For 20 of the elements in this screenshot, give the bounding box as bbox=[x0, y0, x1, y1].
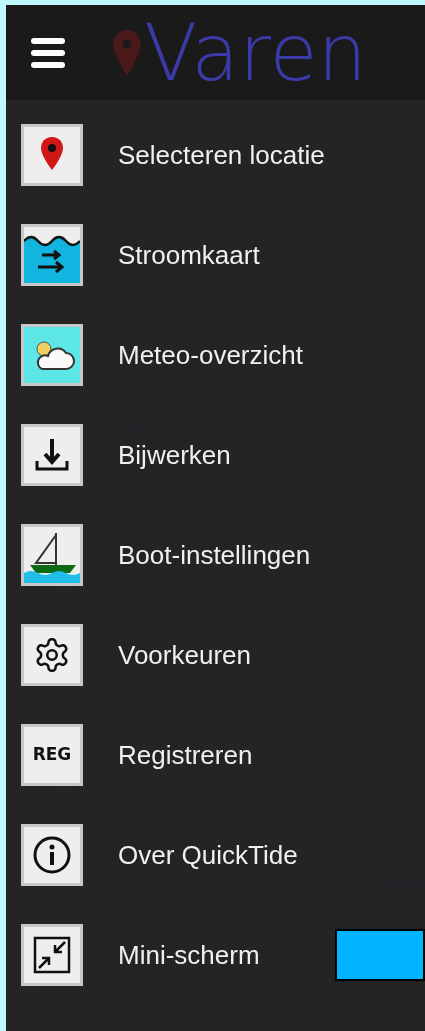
menu-item[interactable]: Over QuickTide bbox=[21, 824, 298, 886]
map-pin-icon bbox=[110, 27, 144, 78]
sun-cloud-icon bbox=[21, 324, 83, 386]
page-title: Varen bbox=[144, 13, 367, 92]
map-pin-icon bbox=[21, 124, 83, 186]
info-icon bbox=[21, 824, 83, 886]
menu-item[interactable]: Mini-scherm bbox=[21, 924, 260, 986]
menu-item[interactable]: Meteo-overzicht bbox=[21, 324, 303, 386]
menu-item[interactable]: Stroomkaart bbox=[21, 224, 260, 286]
shrink-arrows-icon bbox=[21, 924, 83, 986]
download-icon bbox=[21, 424, 83, 486]
water-current-icon bbox=[21, 224, 83, 286]
menu-item[interactable]: Selecteren locatie bbox=[21, 124, 325, 186]
menu-item[interactable]: Bijwerken bbox=[21, 424, 231, 486]
reg-icon: REG bbox=[21, 724, 83, 786]
settings-icon bbox=[21, 624, 83, 686]
menu-item[interactable]: Voorkeuren bbox=[21, 624, 251, 686]
menu-item[interactable]: Boot-instellingen bbox=[21, 524, 311, 586]
menu-item[interactable]: REG Registreren bbox=[21, 724, 253, 786]
sailboat-icon bbox=[21, 524, 83, 586]
